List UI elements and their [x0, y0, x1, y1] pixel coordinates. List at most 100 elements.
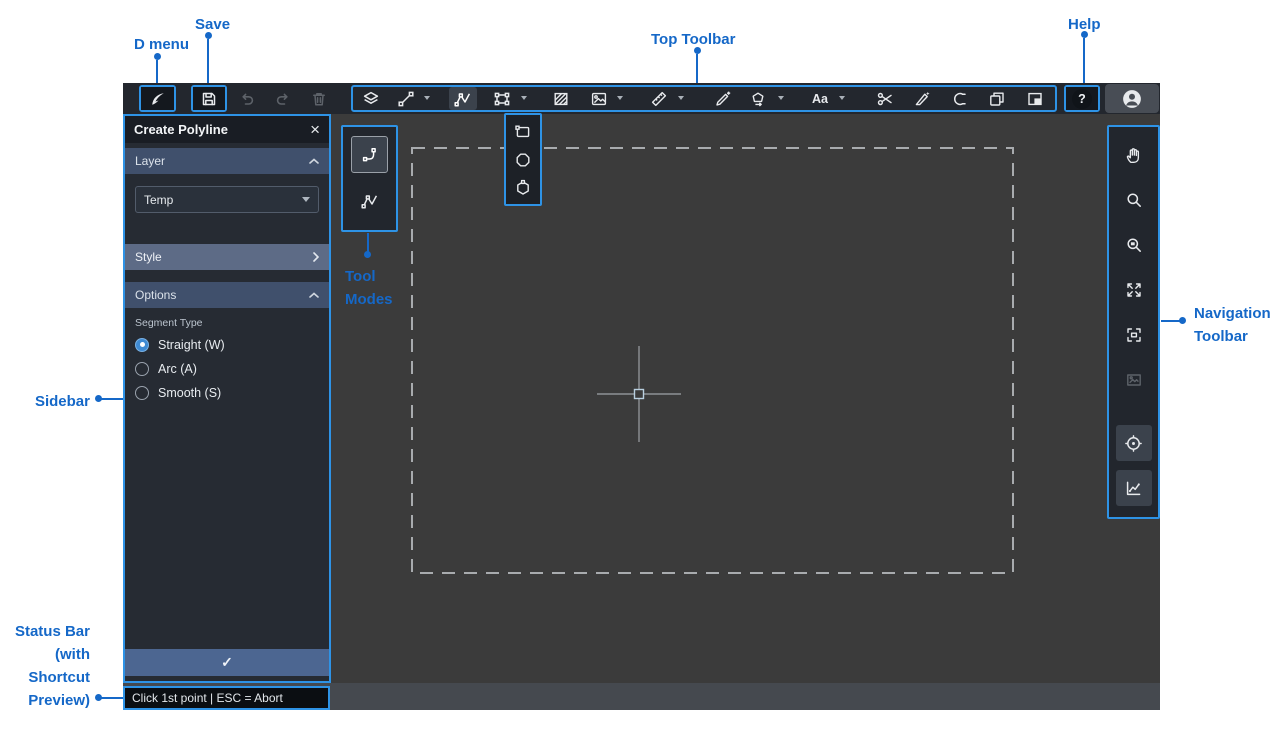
close-icon[interactable]: ×: [310, 121, 320, 138]
text-tool-dropdown-arrow[interactable]: [839, 96, 845, 100]
annotation-navigation-toolbar: Navigation Toolbar: [1194, 302, 1271, 348]
artboard-dashed-outline: [412, 148, 1013, 573]
knife-tool-button[interactable]: [911, 89, 933, 108]
chevron-up-icon: [309, 292, 319, 298]
rectangle-tool-flyout: [504, 113, 542, 206]
radio-unselected-icon[interactable]: [135, 362, 149, 376]
measure-tool-button[interactable]: [648, 89, 670, 108]
annotation-line: [156, 60, 158, 83]
pan-button[interactable]: [1116, 137, 1152, 173]
tool-mode-polyline-button[interactable]: [351, 182, 388, 219]
flyout-ellipse-button[interactable]: [509, 146, 537, 173]
expand-arrows-icon: [1125, 281, 1143, 299]
cleanup-tool-icon: [714, 90, 732, 108]
sidebar-title: Create Polyline: [134, 122, 228, 137]
redo-icon: [274, 90, 292, 108]
annotation-d-menu: D menu: [134, 33, 189, 56]
canvas-overlay: [331, 114, 1160, 683]
chevron-up-icon: [309, 158, 319, 164]
frame-tool-button[interactable]: [1024, 89, 1046, 108]
radio-row-straight[interactable]: Straight (W): [135, 336, 329, 353]
radio-row-arc[interactable]: Arc (A): [135, 360, 329, 377]
save-icon: [200, 90, 218, 108]
polyline-tool-button-active[interactable]: [449, 87, 477, 110]
drawing-canvas[interactable]: [331, 114, 1160, 683]
trim-tool-button[interactable]: [948, 89, 970, 108]
layer-select-value: Temp: [144, 193, 173, 207]
zoom-button[interactable]: [1116, 182, 1152, 218]
save-highlight: [191, 85, 227, 112]
duplicate-icon: [988, 90, 1006, 108]
radio-selected-icon[interactable]: [135, 338, 149, 352]
account-button[interactable]: [1105, 84, 1159, 113]
radio-unselected-icon[interactable]: [135, 386, 149, 400]
knife-icon: [913, 90, 931, 108]
annotation-tool-modes: Tool Modes: [345, 265, 393, 311]
flyout-rectangle-button[interactable]: [509, 118, 537, 145]
tool-modes-panel: [341, 125, 398, 232]
rounded-rectangle-icon: [514, 123, 532, 141]
help-button[interactable]: ?: [1066, 87, 1098, 110]
scissors-icon: [876, 90, 894, 108]
delete-button[interactable]: [307, 87, 331, 111]
text-tool-button[interactable]: Aa: [808, 89, 832, 108]
rectangle-tool-icon: [493, 90, 511, 108]
tool-mode-continue-button[interactable]: [351, 136, 388, 173]
flyout-polygon-button[interactable]: [509, 174, 537, 201]
offset-tool-icon: [749, 90, 767, 108]
line-tool-icon: [397, 90, 415, 108]
section-header-style[interactable]: Style: [125, 244, 329, 270]
annotation-top-toolbar: Top Toolbar: [651, 28, 735, 51]
image-tool-button[interactable]: [588, 89, 610, 108]
frame-icon: [1026, 90, 1044, 108]
radio-row-smooth[interactable]: Smooth (S): [135, 384, 329, 401]
redo-button[interactable]: [271, 87, 295, 111]
offset-tool-dropdown-arrow[interactable]: [778, 96, 784, 100]
annotation-line: [101, 398, 123, 400]
magnifier-selection-icon: [1125, 236, 1143, 254]
orbit-compass-icon: [1124, 434, 1143, 453]
measure-tool-dropdown-arrow[interactable]: [678, 96, 684, 100]
line-tool-dropdown-arrow[interactable]: [424, 96, 430, 100]
layers-button[interactable]: [360, 89, 382, 108]
chart-levels-button[interactable]: [1116, 470, 1152, 506]
trim-icon: [950, 90, 968, 108]
frame-brackets-icon: [1125, 326, 1143, 344]
line-tool-button[interactable]: [395, 89, 417, 108]
fit-view-button[interactable]: [1116, 272, 1152, 308]
scissors-tool-button[interactable]: [874, 89, 896, 108]
confirm-button[interactable]: ✓: [125, 649, 329, 676]
magnifier-icon: [1125, 191, 1143, 209]
segment-type-label: Segment Type: [135, 317, 329, 329]
help-highlight: ?: [1064, 85, 1100, 112]
annotation-line: [101, 697, 123, 699]
status-bar: Click 1st point | ESC = Abort: [123, 686, 330, 710]
image-tool-dropdown-arrow[interactable]: [617, 96, 623, 100]
app-logo-pen-icon: [149, 90, 167, 108]
undo-button[interactable]: [235, 87, 259, 111]
rectangle-tool-button[interactable]: [491, 89, 513, 108]
save-button[interactable]: [193, 87, 225, 110]
image-fit-icon: [1125, 371, 1143, 389]
section-header-layer[interactable]: Layer: [125, 148, 329, 174]
duplicate-tool-button[interactable]: [986, 89, 1008, 108]
layer-select[interactable]: Temp: [135, 186, 319, 213]
annotation-dot: [694, 47, 701, 54]
annotation-sidebar: Sidebar: [18, 390, 90, 413]
zoom-frame-button[interactable]: [1116, 317, 1152, 353]
checkmark-icon: ✓: [221, 654, 233, 671]
hatch-tool-button[interactable]: [550, 89, 572, 108]
image-tool-icon: [590, 90, 608, 108]
orbit-button[interactable]: [1116, 425, 1152, 461]
polyline-mode-icon: [361, 192, 379, 210]
rectangle-tool-dropdown-arrow[interactable]: [521, 96, 527, 100]
status-bar-text: Click 1st point | ESC = Abort: [132, 691, 283, 705]
section-header-options[interactable]: Options: [125, 282, 329, 308]
zoom-selection-button[interactable]: [1116, 227, 1152, 263]
offset-tool-button[interactable]: [747, 89, 769, 108]
cleanup-tool-button[interactable]: [712, 89, 734, 108]
section-label-options: Options: [135, 288, 176, 302]
trash-icon: [310, 90, 328, 108]
top-toolbar: Aa: [123, 83, 1160, 114]
d-menu-button[interactable]: [141, 87, 174, 110]
